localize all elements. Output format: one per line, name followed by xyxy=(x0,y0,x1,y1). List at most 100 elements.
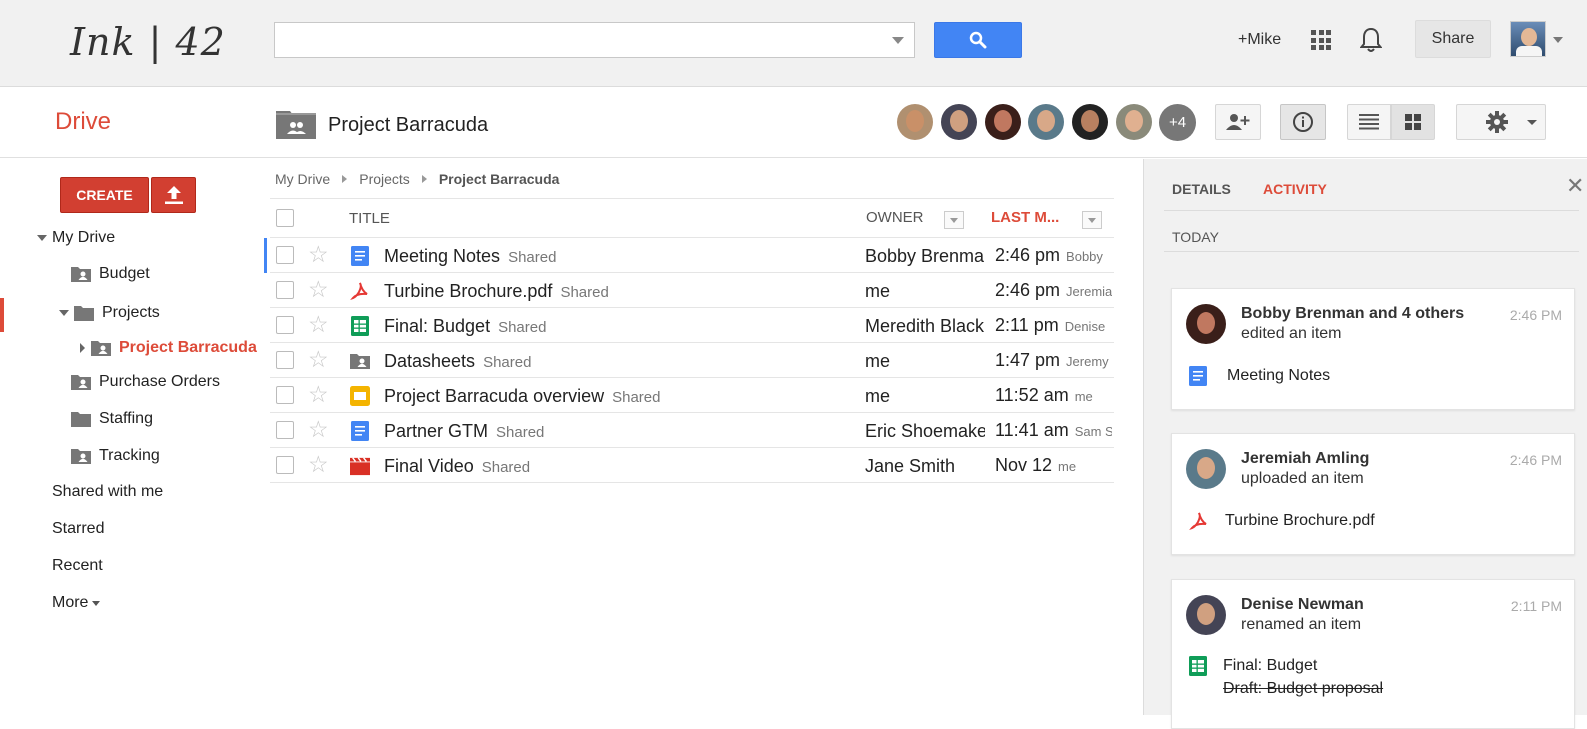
row-checkbox[interactable] xyxy=(276,421,294,439)
file-row[interactable]: ☆ Datasheets Shared me 1:47 pm Jeremy xyxy=(270,343,1114,378)
select-all-checkbox[interactable] xyxy=(276,209,294,227)
more-members-badge[interactable]: +4 xyxy=(1159,104,1196,141)
owner-sort-button[interactable] xyxy=(944,211,964,229)
star-icon[interactable]: ☆ xyxy=(308,242,329,266)
tab-activity[interactable]: ACTIVITY xyxy=(1263,181,1327,197)
activity-action: edited an item xyxy=(1241,325,1342,342)
activity-item[interactable]: Meeting Notes xyxy=(1189,366,1330,386)
row-checkbox[interactable] xyxy=(276,386,294,404)
grid-view-button[interactable] xyxy=(1391,104,1435,140)
shared-folder-icon xyxy=(350,351,370,371)
star-icon[interactable]: ☆ xyxy=(308,277,329,301)
create-button[interactable]: CREATE xyxy=(60,177,149,213)
breadcrumb-item[interactable]: My Drive xyxy=(275,171,330,187)
member-avatar[interactable] xyxy=(897,104,933,140)
nav-item-label: Projects xyxy=(102,304,160,321)
member-avatar[interactable] xyxy=(1028,104,1064,140)
nav-item-purchase-orders[interactable]: Purchase Orders xyxy=(71,373,220,391)
nav-item-more[interactable]: More xyxy=(52,594,101,612)
file-name[interactable]: Turbine Brochure.pdf Shared xyxy=(384,281,609,302)
nav-item-project-barracuda[interactable]: Project Barracuda xyxy=(80,339,257,357)
file-name[interactable]: Project Barracuda overview Shared xyxy=(384,386,660,407)
row-checkbox[interactable] xyxy=(276,456,294,474)
nav-item-staffing[interactable]: Staffing xyxy=(71,410,153,428)
notifications-bell-icon[interactable] xyxy=(1360,26,1382,54)
nav-item-label: Project Barracuda xyxy=(119,339,257,356)
row-checkbox[interactable] xyxy=(276,281,294,299)
search-options-dropdown[interactable] xyxy=(892,37,904,44)
last-modified-sort-button[interactable] xyxy=(1082,211,1102,229)
file-row[interactable]: ☆ Meeting Notes Shared Bobby Brenman 2:46… xyxy=(264,238,1114,273)
row-checkbox[interactable] xyxy=(276,246,294,264)
nav-item-starred[interactable]: Starred xyxy=(52,520,104,538)
activity-item[interactable]: Final: Budget xyxy=(1189,656,1317,676)
user-avatar[interactable] xyxy=(1510,21,1546,57)
star-icon[interactable]: ☆ xyxy=(308,382,329,406)
nav-item-my-drive[interactable]: My Drive xyxy=(37,229,115,247)
activity-item-name: Meeting Notes xyxy=(1227,367,1331,384)
row-checkbox[interactable] xyxy=(276,351,294,369)
member-avatar[interactable] xyxy=(1072,104,1108,140)
column-owner[interactable]: OWNER xyxy=(866,209,924,226)
nav-item-budget[interactable]: Budget xyxy=(71,265,150,283)
file-row[interactable]: ☆ Final: Budget Shared Meredith Black 2:1… xyxy=(270,308,1114,343)
details-info-button[interactable] xyxy=(1280,104,1326,140)
nav-item-recent[interactable]: Recent xyxy=(52,557,103,575)
activity-card[interactable]: Bobby Brenman and 4 others edited an ite… xyxy=(1171,288,1575,410)
list-view-button[interactable] xyxy=(1347,104,1391,140)
file-row[interactable]: ☆ Project Barracuda overview Shared me 11… xyxy=(270,378,1114,413)
activity-card[interactable]: Denise Newman renamed an item 2:11 PM Fi… xyxy=(1171,579,1575,729)
settings-button[interactable] xyxy=(1456,104,1546,140)
file-owner: Bobby Brenman xyxy=(865,246,985,266)
nav-item-shared-with-me[interactable]: Shared with me xyxy=(52,483,163,501)
file-name[interactable]: Final Video Shared xyxy=(384,456,530,477)
star-icon[interactable]: ☆ xyxy=(308,417,329,441)
breadcrumb: My Drive Projects Project Barracuda xyxy=(275,171,559,187)
file-row[interactable]: ☆ Final Video Shared Jane Smith Nov 12 me xyxy=(270,448,1114,483)
file-row[interactable]: ☆ Turbine Brochure.pdf Shared me 2:46 pm J… xyxy=(270,273,1114,308)
expand-caret-icon[interactable] xyxy=(59,310,69,316)
upload-button[interactable] xyxy=(151,177,196,213)
file-owner: me xyxy=(865,281,891,301)
collapse-caret-icon[interactable] xyxy=(80,343,85,353)
file-list-header: TITLE OWNER LAST M... xyxy=(270,198,1114,238)
file-name[interactable]: Datasheets Shared xyxy=(384,351,531,372)
star-icon[interactable]: ☆ xyxy=(308,312,329,336)
row-checkbox[interactable] xyxy=(276,316,294,334)
google-doc-icon xyxy=(350,421,370,441)
star-icon[interactable]: ☆ xyxy=(308,452,329,476)
activity-card[interactable]: Jeremiah Amling uploaded an item 2:46 PM… xyxy=(1171,433,1575,555)
activity-item[interactable]: Turbine Brochure.pdf xyxy=(1189,511,1375,531)
search-input[interactable] xyxy=(275,23,875,57)
folder-title: Project Barracuda xyxy=(328,114,489,136)
column-title[interactable]: TITLE xyxy=(349,210,390,227)
member-avatar[interactable] xyxy=(985,104,1021,140)
column-last-modified[interactable]: LAST M... xyxy=(991,209,1059,226)
file-name[interactable]: Meeting Notes Shared xyxy=(384,246,556,267)
breadcrumb-item[interactable]: Projects xyxy=(359,171,410,187)
member-avatar[interactable] xyxy=(1116,104,1152,140)
activity-action: uploaded an item xyxy=(1241,470,1364,487)
star-icon[interactable]: ☆ xyxy=(308,347,329,371)
avatar xyxy=(1186,595,1226,635)
apps-grid-icon[interactable] xyxy=(1311,30,1331,50)
drive-app-label[interactable]: Drive xyxy=(55,108,111,136)
avatar xyxy=(1186,304,1226,344)
account-caret-icon[interactable] xyxy=(1553,37,1563,43)
file-owner: Jane Smith xyxy=(865,456,956,476)
add-people-button[interactable] xyxy=(1215,104,1261,140)
share-button[interactable]: Share xyxy=(1415,20,1491,58)
nav-item-projects[interactable]: Projects xyxy=(59,304,160,322)
file-name[interactable]: Final: Budget Shared xyxy=(384,316,546,337)
file-name[interactable]: Partner GTM Shared xyxy=(384,421,544,442)
user-profile-link[interactable]: +Mike xyxy=(1238,31,1281,49)
close-icon[interactable]: ✕ xyxy=(1566,173,1584,199)
nav-item-tracking[interactable]: Tracking xyxy=(71,447,160,465)
expand-caret-icon[interactable] xyxy=(37,235,47,241)
tab-details[interactable]: DETAILS xyxy=(1172,181,1231,197)
search-box[interactable] xyxy=(274,22,915,58)
breadcrumb-separator-icon xyxy=(421,175,427,183)
member-avatar[interactable] xyxy=(941,104,977,140)
file-row[interactable]: ☆ Partner GTM Shared Eric Shoemaker 11:41… xyxy=(270,413,1114,448)
search-button[interactable] xyxy=(934,22,1022,58)
